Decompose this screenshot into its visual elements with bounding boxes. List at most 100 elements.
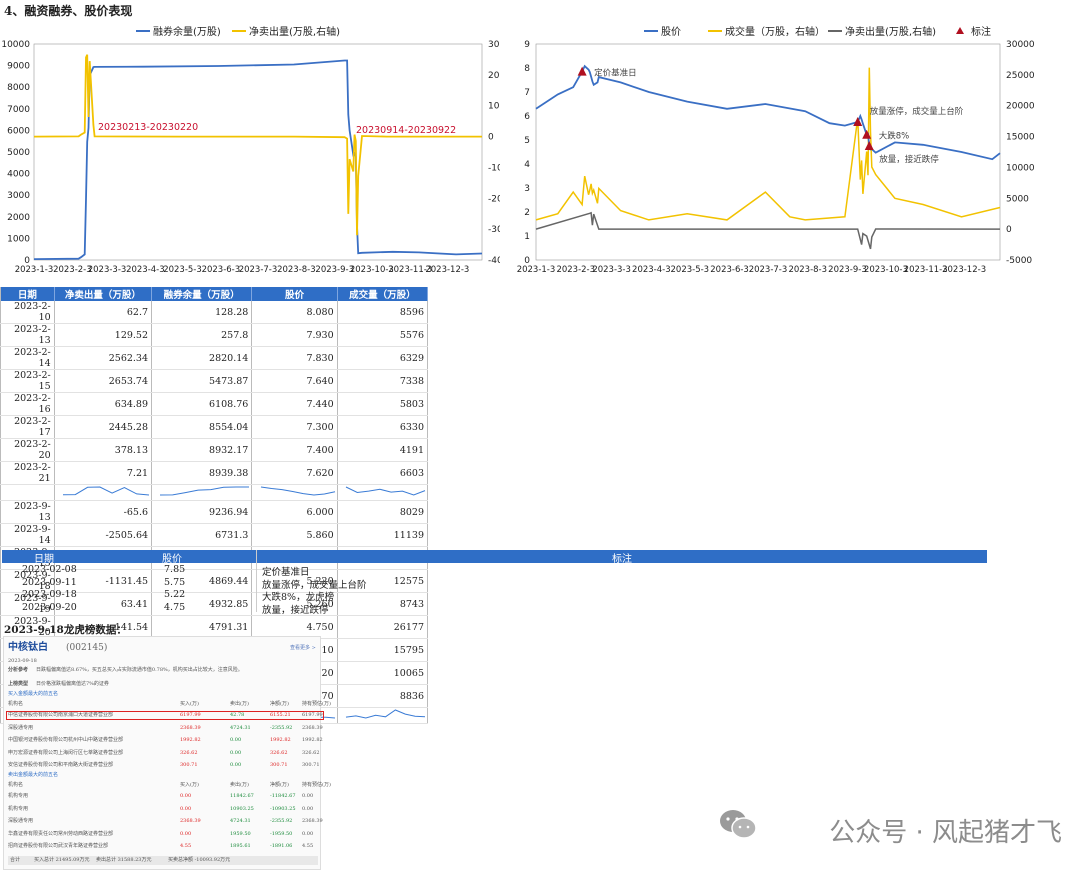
table-cell: 7.440 (251, 392, 338, 416)
table-cell: 11139 (337, 523, 429, 547)
annotation-table-header: 日期 股价 标注 (2, 550, 987, 565)
lhb-header-cell: 净额(万) (270, 782, 289, 788)
x-tick: 2023-6-3 (202, 265, 241, 275)
marker-triangle (864, 141, 874, 150)
wechat-icon (720, 810, 757, 839)
table-cell: 2023-2-10 (0, 301, 55, 324)
lhb-row: 申万宏源证券有限公司上海闵行区七莘路证券营业部 326.62 0.00 326.62 3… (8, 749, 324, 758)
annotation-cell: 2023-09-18 (22, 589, 77, 600)
table-cell: 8.080 (251, 301, 338, 324)
lhb-cell: 2368.39 (180, 724, 201, 731)
lhb-cell: -1891.06 (270, 843, 293, 849)
sparkline-cell (251, 484, 338, 501)
lhb-panel: 中核钛白 (002145) 查看更多 > 2023-09-18 分析参考 日跌幅… (3, 636, 331, 870)
lhb-row: 招商证券股份有限公司武汉青年路证券营业部 4.55 1895.61 -1891.06 4… (8, 842, 324, 851)
more-link[interactable]: 查看更多 > (290, 641, 316, 655)
table-row: 2023-9-13 -65.6 9236.94 6.000 8029 (0, 500, 429, 524)
y-tick-left: 6 (524, 112, 530, 122)
lhb-cell: 300.71 (270, 762, 288, 768)
sparkline-line (260, 486, 335, 496)
lhb-cell: -10903.25 (270, 805, 296, 812)
lhb-header-cell: 买入(万) (180, 782, 199, 788)
table-cell: 378.13 (54, 438, 153, 462)
y-tick-right: 0 (1006, 225, 1012, 235)
table-cell: 8932.17 (151, 438, 253, 462)
y-tick-left: 7 (524, 88, 530, 98)
x-tick: 2023-4-3 (126, 265, 165, 275)
y-tick-left: 8 (524, 64, 530, 74)
lhb-cell: -2355.92 (270, 724, 293, 731)
y-tick-right: -5000 (1006, 256, 1032, 266)
y-tick-right: 1000 (488, 102, 500, 112)
sparkline (345, 709, 426, 719)
lhb-cell: 机构专用 (8, 793, 29, 799)
lhb-cell: 深股通专用 (8, 818, 34, 824)
lhb-cell: 深股通专用 (8, 724, 34, 731)
table-cell: 2445.28 (54, 415, 153, 439)
lhb-cell: 300.71 (180, 762, 198, 768)
table-row: 2023-9-14 -2505.64 6731.3 5.860 11139 (0, 523, 429, 547)
y-tick-left: 5 (524, 136, 530, 146)
lhb-row: 安信证券股份有限公司和平南路大街证券营业部 300.71 0.00 300.71 300… (8, 761, 324, 770)
x-tick: 2023-10-3 (864, 265, 908, 275)
table-header-row: 日期 净卖出量（万股） 融券余量（万股） 股价 成交量（万股） (0, 287, 429, 301)
lhb-cell: 4.55 (302, 843, 314, 849)
buy-title: 买入金额最大的前五名 (8, 691, 59, 697)
y-tick-left: 1 (524, 232, 530, 242)
y-tick-right: 3000 (488, 40, 500, 50)
x-tick: 2023-4-3 (632, 265, 671, 275)
table-cell: 8029 (337, 500, 429, 524)
lhb-header-cell: 持有预估(万) (302, 701, 331, 707)
y-tick-left: 2000 (7, 213, 30, 223)
y-tick-right: 2000 (488, 71, 500, 81)
y-tick-left: 5000 (7, 148, 30, 158)
sparkline-cell (337, 484, 429, 501)
x-tick: 2023-8-3 (277, 265, 316, 275)
ann-divider (256, 550, 257, 612)
table-cell: 7.620 (251, 461, 338, 485)
table-row: 2023-2-20 378.13 8932.17 7.400 4191 (0, 438, 429, 462)
lhb-cell: 326.62 (180, 749, 198, 756)
ann-col-note: 标注 (612, 554, 632, 565)
lhb-cell: 0.00 (180, 830, 192, 837)
x-tick: 2023-2-3 (556, 265, 595, 275)
marker-label: 放量涨停，成交量上台阶 (870, 106, 964, 117)
lhb-cell: 安信证券股份有限公司和平南路大街证券营业部 (8, 762, 114, 768)
lhb-cell: 2368.39 (302, 724, 323, 731)
lhb-cell: 1992.82 (180, 737, 201, 743)
legend-label: 净卖出量(万股,右轴) (845, 25, 936, 38)
table-cell: 15795 (337, 638, 429, 662)
lhb-cell: -1959.50 (270, 830, 293, 837)
lhb-cell: 2368.39 (302, 818, 323, 824)
lhb-header-cell: 持有预估(万) (302, 782, 331, 788)
col-header: 日期 (0, 287, 55, 301)
series-line (33, 59, 483, 260)
annotation-cell: 7.85 (164, 564, 186, 575)
chart-margin-balance: 融券余量(万股) 净卖出量(万股,右轴) 0 1000 2000 3000 4000 5000… (1, 25, 500, 275)
y-tick-left: 7000 (7, 105, 30, 115)
table-cell: 8596 (337, 301, 429, 324)
y-tick-right: -4000 (488, 256, 500, 266)
lhb-cell: 中国银河证券股份有限公司杭州中山中路证券营业部 (8, 737, 124, 743)
table-cell: 2023-9-14 (0, 523, 55, 547)
footer-total: 合计 (10, 857, 21, 863)
annotation-label: 20230213-20230220 (98, 122, 198, 133)
watermark-text: 公众号 · 风起猪才飞 (829, 818, 1062, 848)
sparkline-line (345, 709, 426, 719)
x-tick: 2023-2-3 (53, 265, 92, 275)
table-cell: 6603 (337, 461, 429, 485)
lhb-header-cell: 机构名 (8, 782, 24, 788)
table-row: 2023-2-17 2445.28 8554.04 7.300 6330 (0, 415, 429, 439)
table-row: 2023-2-15 2653.74 5473.87 7.640 7338 (0, 369, 429, 393)
y-tick-left: 3000 (7, 191, 30, 201)
table-cell: 2023-2-15 (0, 369, 55, 393)
series-line (535, 67, 1001, 221)
section-title: 4、融资融券、股价表现 (4, 4, 133, 18)
y-tick-left: 3 (524, 184, 530, 194)
lhb-cell: 326.62 (302, 749, 320, 756)
y-tick-left: 9000 (7, 62, 30, 72)
lhb-cell: 4724.31 (230, 818, 251, 824)
lhb-header-cell: 卖出(万) (230, 701, 249, 707)
y-tick-left: 10000 (1, 40, 30, 50)
lhb-heading: 2023-9-18龙虎榜数据： (4, 624, 127, 636)
